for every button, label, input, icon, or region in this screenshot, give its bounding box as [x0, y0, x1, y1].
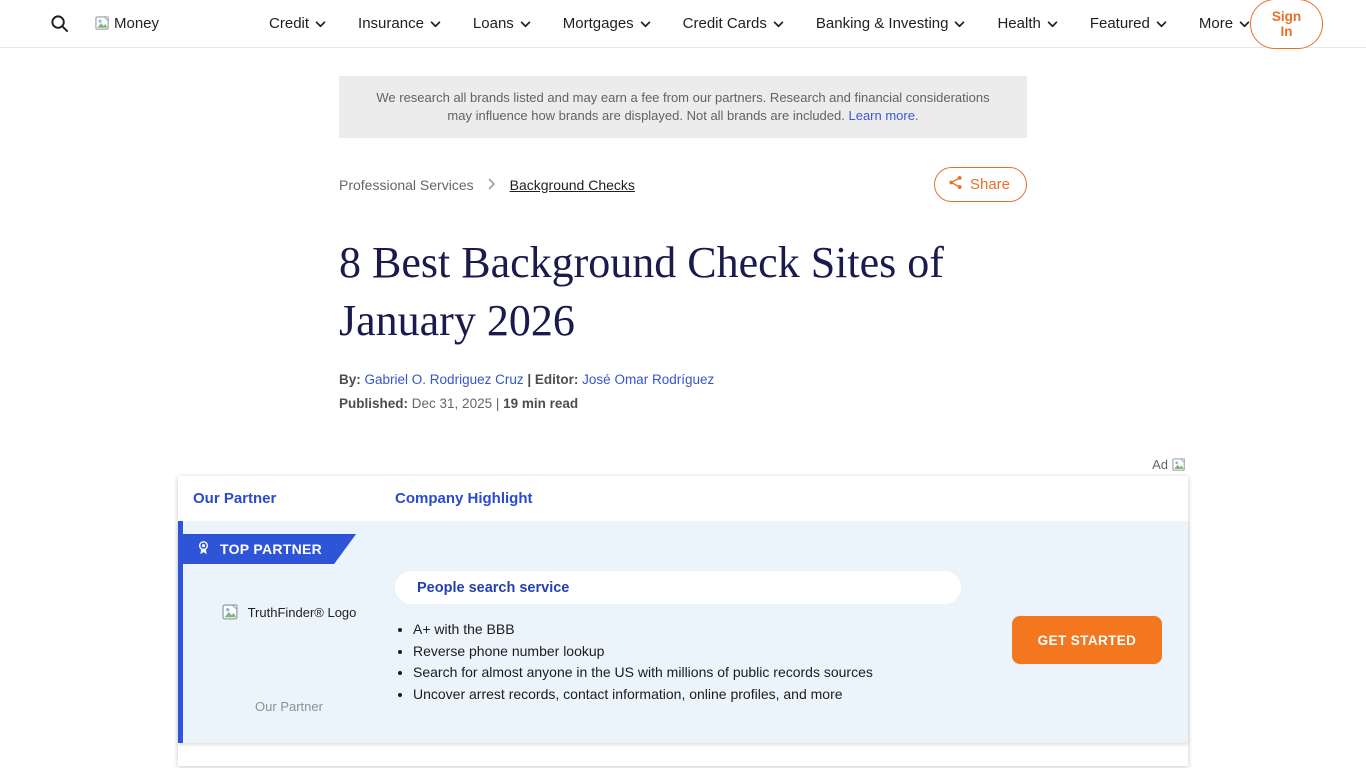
- chevron-right-icon: [488, 177, 496, 193]
- author-link[interactable]: Gabriel O. Rodriguez Cruz: [365, 372, 524, 387]
- breadcrumb-parent[interactable]: Professional Services: [339, 177, 474, 193]
- highlight-bullet: Uncover arrest records, contact informat…: [413, 684, 1017, 706]
- partner-logo-cell: TruthFinder® Logo Our Partner: [183, 521, 395, 743]
- published-row: Published: Dec 31, 2025 | 19 min read: [339, 396, 1027, 411]
- table-header-row: Our Partner Company Highlight: [178, 476, 1188, 521]
- advertiser-disclosure: We research all brands listed and may ea…: [339, 76, 1027, 138]
- breadcrumb: Professional Services Background Checks: [339, 177, 635, 193]
- nav-item-loans[interactable]: Loans: [473, 15, 531, 32]
- disclosure-period: .: [915, 108, 919, 123]
- highlight-bullet: Reverse phone number lookup: [413, 641, 1017, 663]
- column-header-our-partner: Our Partner: [178, 490, 395, 507]
- byline-separator: |: [527, 372, 531, 387]
- ad-label: Ad: [1152, 457, 1168, 472]
- company-highlight-cell: People search service A+ with the BBB Re…: [395, 521, 1188, 743]
- share-button-label: Share: [970, 176, 1010, 193]
- editor-link[interactable]: José Omar Rodríguez: [582, 372, 714, 387]
- chevron-down-icon: [430, 21, 441, 28]
- sign-in-button[interactable]: Sign In: [1250, 0, 1323, 49]
- nav-item-credit[interactable]: Credit: [269, 15, 326, 32]
- nav-item-featured[interactable]: Featured: [1090, 15, 1167, 32]
- published-label: Published:: [339, 396, 408, 411]
- get-started-button[interactable]: GET STARTED: [1012, 616, 1162, 664]
- truthfinder-logo-alt-text: TruthFinder® Logo: [248, 605, 357, 620]
- highlight-bullet-list: A+ with the BBB Reverse phone number loo…: [397, 619, 1017, 705]
- nav-item-banking-investing[interactable]: Banking & Investing: [816, 15, 966, 32]
- editor-label: Editor:: [535, 372, 579, 387]
- main-nav: Credit Insurance Loans Mortgages Credit …: [269, 15, 1250, 32]
- chevron-down-icon: [640, 21, 651, 28]
- chevron-down-icon: [1239, 21, 1250, 28]
- broken-image-icon: [222, 604, 239, 621]
- learn-more-link[interactable]: Learn more: [848, 108, 914, 123]
- broken-image-icon: [95, 16, 110, 31]
- highlight-bullet: A+ with the BBB: [413, 619, 1017, 641]
- chevron-down-icon: [1047, 21, 1058, 28]
- nav-item-health[interactable]: Health: [997, 15, 1057, 32]
- share-button[interactable]: Share: [934, 167, 1027, 202]
- highlight-bullet: Search for almost anyone in the US with …: [413, 662, 1017, 684]
- money-logo-alt-text: Money: [114, 15, 159, 32]
- nav-item-label: Loans: [473, 15, 514, 32]
- chevron-down-icon: [773, 21, 784, 28]
- chevron-down-icon: [954, 21, 965, 28]
- byline: By: Gabriel O. Rodriguez Cruz | Editor: …: [339, 372, 1027, 387]
- nav-item-label: Credit: [269, 15, 309, 32]
- highlight-pill: People search service: [395, 571, 961, 604]
- partner-comparison-table: Our Partner Company Highlight TOP PARTNE…: [178, 476, 1188, 766]
- nav-item-label: Mortgages: [563, 15, 634, 32]
- nav-item-credit-cards[interactable]: Credit Cards: [683, 15, 784, 32]
- nav-item-label: Credit Cards: [683, 15, 767, 32]
- published-date: Dec 31, 2025: [412, 396, 492, 411]
- read-time: 19 min read: [503, 396, 578, 411]
- nav-item-mortgages[interactable]: Mortgages: [563, 15, 651, 32]
- top-navigation-bar: Money Credit Insurance Loans Mortgages C…: [0, 0, 1366, 48]
- nav-item-label: Featured: [1090, 15, 1150, 32]
- nav-item-insurance[interactable]: Insurance: [358, 15, 441, 32]
- nav-item-label: More: [1199, 15, 1233, 32]
- column-header-company-highlight: Company Highlight: [395, 490, 1188, 507]
- money-logo[interactable]: Money: [95, 15, 159, 32]
- nav-item-label: Banking & Investing: [816, 15, 949, 32]
- share-icon: [948, 175, 963, 194]
- nav-item-label: Insurance: [358, 15, 424, 32]
- chevron-down-icon: [520, 21, 531, 28]
- nav-item-more[interactable]: More: [1199, 15, 1250, 32]
- broken-image-icon: [1172, 458, 1186, 472]
- by-label: By:: [339, 372, 361, 387]
- next-table-row-partial: [178, 743, 1188, 766]
- chevron-down-icon: [1156, 21, 1167, 28]
- chevron-down-icon: [315, 21, 326, 28]
- page-title: 8 Best Background Check Sites of January…: [339, 234, 1021, 350]
- search-icon[interactable]: [50, 14, 69, 33]
- nav-item-label: Health: [997, 15, 1040, 32]
- published-separator: |: [496, 396, 500, 411]
- table-row: TOP PARTNER TruthFinder® Logo Our Partne…: [178, 521, 1188, 743]
- breadcrumb-current[interactable]: Background Checks: [510, 177, 635, 193]
- our-partner-caption: Our Partner: [183, 699, 395, 714]
- truthfinder-logo[interactable]: TruthFinder® Logo: [183, 604, 395, 621]
